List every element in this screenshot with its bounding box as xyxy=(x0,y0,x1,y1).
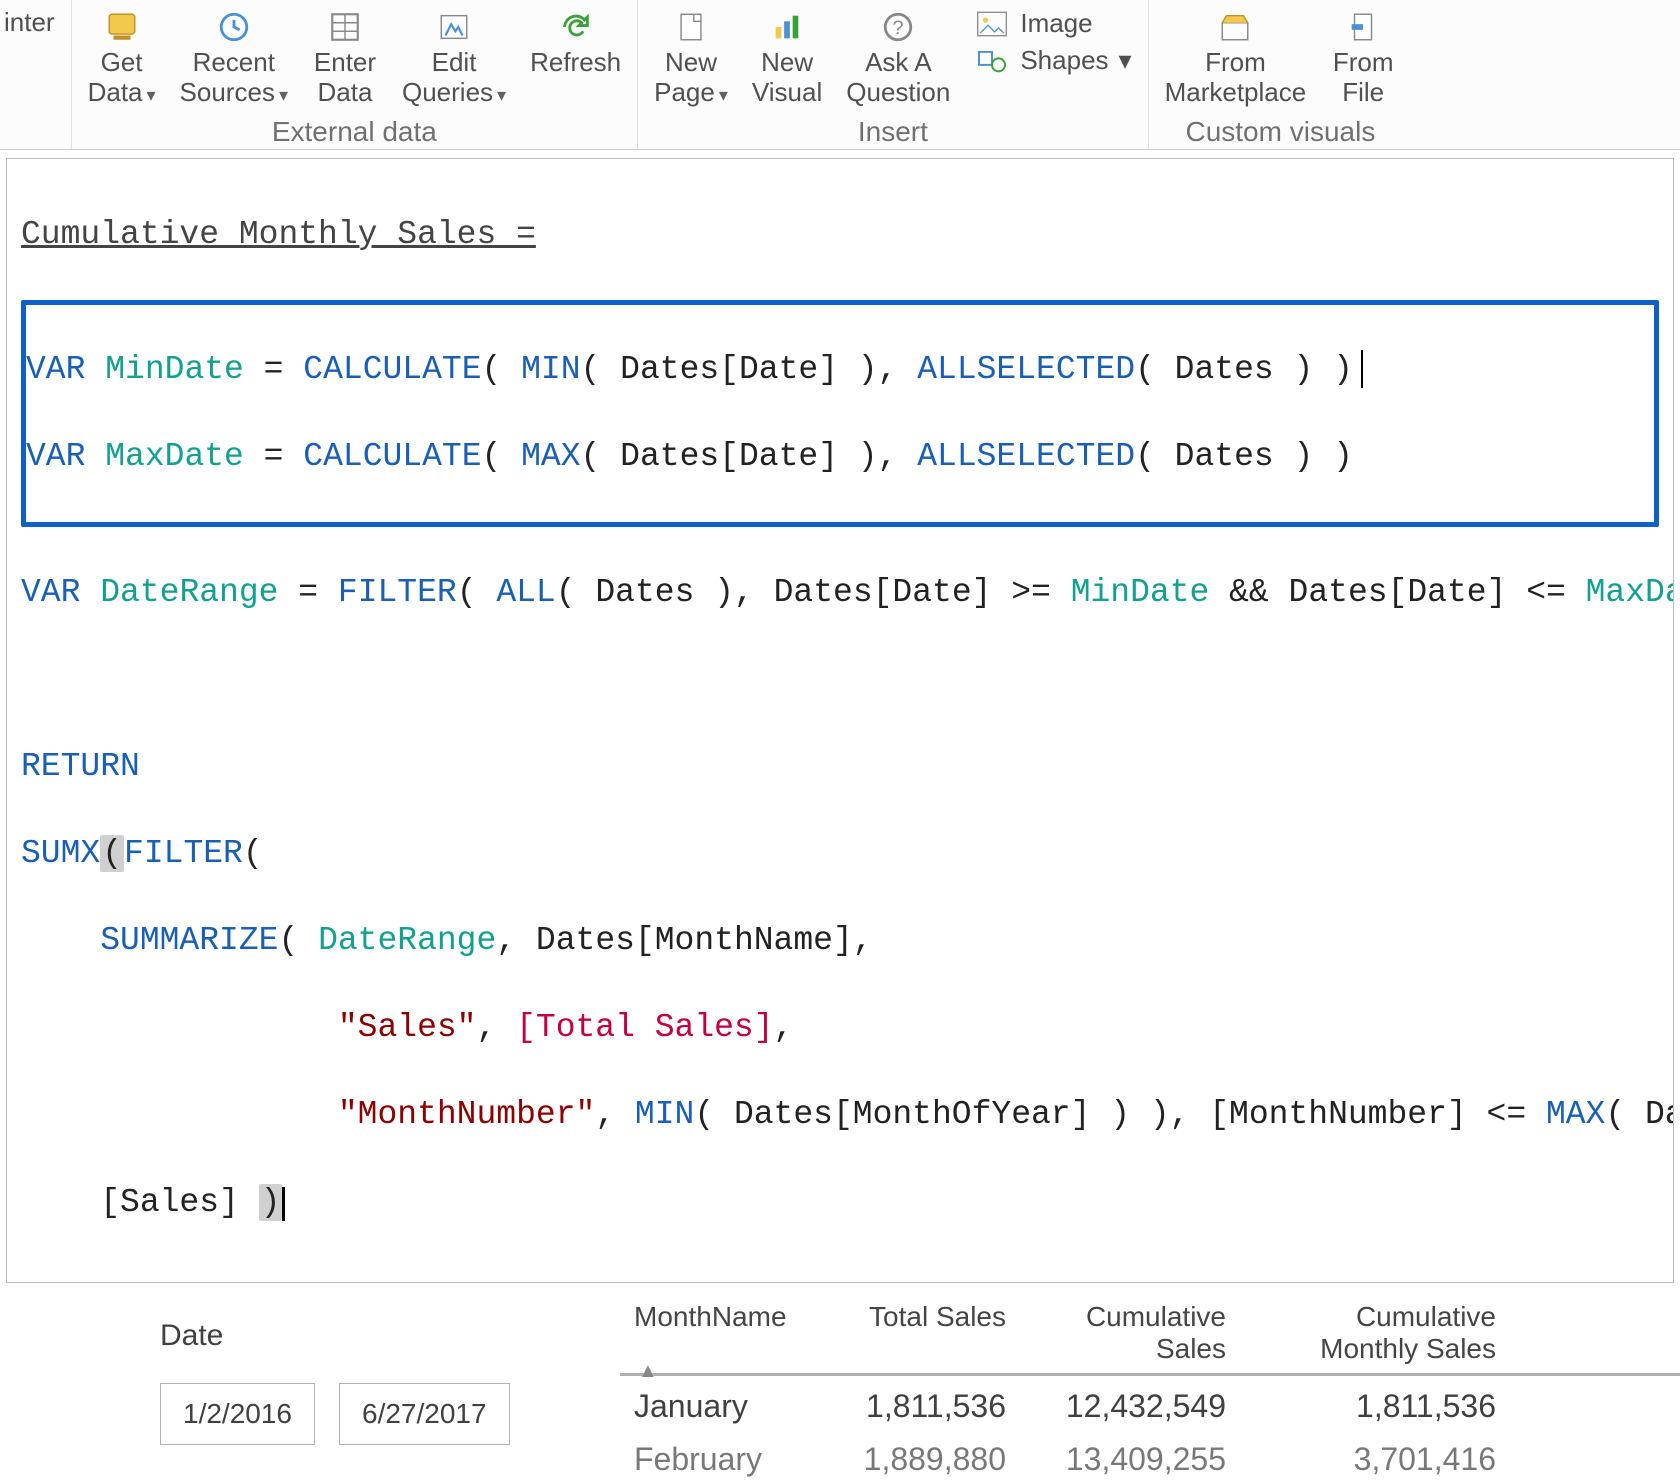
insert-section-label: Insert xyxy=(642,112,1143,156)
chevron-down-icon: ▾ xyxy=(497,85,506,105)
cell-total-sales: 1,811,536 xyxy=(830,1384,1020,1429)
external-data-section: Get Data▾ Recent Sources▾ Enter Data Edi… xyxy=(72,0,639,149)
table-row: January 1,811,536 12,432,549 1,811,536 xyxy=(620,1376,1680,1429)
formula-line-sales-col: "Sales", [Total Sales], xyxy=(21,1006,1659,1050)
report-canvas: Date 1/2/2016 6/27/2017 MonthName ▲ Tota… xyxy=(0,1293,1680,1482)
cell-cumulative-monthly-sales: 1,811,536 xyxy=(1240,1384,1510,1429)
new-page-icon xyxy=(672,8,710,46)
recent-sources-label: Recent Sources xyxy=(180,47,275,107)
cell-monthname: January xyxy=(620,1384,830,1429)
chevron-down-icon: ▾ xyxy=(147,85,156,105)
marketplace-icon xyxy=(1216,8,1254,46)
chevron-down-icon: ▾ xyxy=(1119,45,1132,76)
enter-data-button[interactable]: Enter Data xyxy=(300,4,390,112)
enter-data-label: Enter Data xyxy=(314,48,376,108)
ask-question-button[interactable]: ? Ask A Question xyxy=(834,4,962,112)
new-visual-button[interactable]: New Visual xyxy=(740,4,834,112)
ribbon: inter Get Data▾ Recent Sources▾ xyxy=(0,0,1680,150)
insert-objects-group: Image Shapes ▾ xyxy=(962,4,1143,76)
cell-monthname: February xyxy=(620,1437,830,1482)
slicer-start-date-input[interactable]: 1/2/2016 xyxy=(160,1383,315,1445)
external-data-section-label: External data xyxy=(76,112,634,156)
svg-text:?: ? xyxy=(893,17,904,39)
custom-visuals-section: From Marketplace From File Custom visual… xyxy=(1149,0,1413,149)
cell-cumulative-sales: 13,409,255 xyxy=(1020,1437,1240,1482)
column-header-cumulative-sales[interactable]: Cumulative Sales xyxy=(1020,1301,1240,1365)
custom-visuals-section-label: Custom visuals xyxy=(1153,112,1409,156)
chevron-down-icon: ▾ xyxy=(279,85,288,105)
cursor-caret-icon xyxy=(282,1187,285,1221)
formula-line-var-daterange: VAR DateRange = FILTER( ALL( Dates ), Da… xyxy=(21,571,1659,615)
get-data-icon xyxy=(103,8,141,46)
formula-line-summarize: SUMMARIZE( DateRange, Dates[MonthName], xyxy=(21,919,1659,963)
format-painter-button[interactable]: inter xyxy=(4,4,67,42)
insert-image-label: Image xyxy=(1020,8,1092,39)
shapes-icon xyxy=(974,46,1010,76)
column-header-cumulative-monthly-sales[interactable]: Cumulative Monthly Sales xyxy=(1240,1301,1510,1365)
insert-shapes-button[interactable]: Shapes ▾ xyxy=(974,45,1131,76)
from-marketplace-button[interactable]: From Marketplace xyxy=(1153,4,1319,112)
image-icon xyxy=(974,9,1010,39)
format-painter-label: inter xyxy=(4,8,55,38)
from-file-button[interactable]: From File xyxy=(1318,4,1408,112)
insert-section: New Page▾ New Visual ? Ask A Question xyxy=(638,0,1148,149)
slicer-end-date-input[interactable]: 6/27/2017 xyxy=(339,1383,510,1445)
table-row: February 1,889,880 13,409,255 3,701,416 xyxy=(620,1429,1680,1482)
slicer-date-inputs: 1/2/2016 6/27/2017 xyxy=(40,1383,600,1445)
recent-sources-button[interactable]: Recent Sources▾ xyxy=(168,4,300,112)
formula-line-var-maxdate: VAR MaxDate = CALCULATE( MAX( Dates[Date… xyxy=(26,435,1654,479)
formula-line-sales-iterator: [Sales] ) xyxy=(21,1181,1659,1225)
highlight-annotation-box: VAR MinDate = CALCULATE( MIN( Dates[Date… xyxy=(21,300,1659,528)
table-visual[interactable]: MonthName ▲ Total Sales Cumulative Sales… xyxy=(600,1293,1680,1482)
formula-line-measure-name: Cumulative Monthly Sales = xyxy=(21,213,1659,257)
sort-ascending-icon: ▲ xyxy=(638,1360,658,1383)
cell-cumulative-monthly-sales: 3,701,416 xyxy=(1240,1437,1510,1482)
insert-shapes-label: Shapes xyxy=(1020,45,1108,76)
new-visual-label: New Visual xyxy=(752,48,822,108)
ask-question-label: Ask A Question xyxy=(846,48,950,108)
refresh-button[interactable]: Refresh xyxy=(518,4,633,82)
refresh-label: Refresh xyxy=(530,48,621,78)
date-slicer-visual[interactable]: Date 1/2/2016 6/27/2017 xyxy=(40,1293,600,1482)
formula-line-monthnumber-col: "MonthNumber", MIN( Dates[MonthOfYear] )… xyxy=(21,1093,1659,1137)
from-file-label: From File xyxy=(1333,48,1394,108)
recent-sources-icon xyxy=(215,8,253,46)
from-marketplace-label: From Marketplace xyxy=(1165,48,1307,108)
chart-icon xyxy=(768,8,806,46)
table-header-row: MonthName ▲ Total Sales Cumulative Sales… xyxy=(620,1295,1680,1376)
get-data-label: Get Data xyxy=(88,47,143,107)
column-header-monthname[interactable]: MonthName ▲ xyxy=(620,1301,830,1365)
question-icon: ? xyxy=(879,8,917,46)
chevron-down-icon: ▾ xyxy=(719,85,728,105)
cell-total-sales: 1,889,880 xyxy=(830,1437,1020,1482)
cell-cumulative-sales: 12,432,549 xyxy=(1020,1384,1240,1429)
table-body: January 1,811,536 12,432,549 1,811,536 F… xyxy=(620,1376,1680,1482)
column-header-total-sales[interactable]: Total Sales xyxy=(830,1301,1020,1365)
file-icon xyxy=(1344,8,1382,46)
edit-queries-label: Edit Queries xyxy=(402,47,493,107)
edit-queries-button[interactable]: Edit Queries▾ xyxy=(390,4,518,112)
get-data-button[interactable]: Get Data▾ xyxy=(76,4,168,112)
formula-bar[interactable]: Cumulative Monthly Sales = VAR MinDate =… xyxy=(6,158,1674,1283)
new-page-label: New Page xyxy=(654,47,717,107)
formula-line-var-mindate: VAR MinDate = CALCULATE( MIN( Dates[Date… xyxy=(26,348,1654,392)
new-page-button[interactable]: New Page▾ xyxy=(642,4,740,112)
formula-line-return: RETURN xyxy=(21,745,1659,789)
text-cursor-icon xyxy=(1361,350,1363,388)
formula-line-sumx: SUMX(FILTER( xyxy=(21,832,1659,876)
refresh-icon xyxy=(557,8,595,46)
ribbon-clipboard-section: inter xyxy=(0,0,72,149)
enter-data-icon xyxy=(326,8,364,46)
insert-image-button[interactable]: Image xyxy=(974,8,1092,39)
slicer-title: Date xyxy=(40,1319,600,1353)
edit-queries-icon xyxy=(435,8,473,46)
